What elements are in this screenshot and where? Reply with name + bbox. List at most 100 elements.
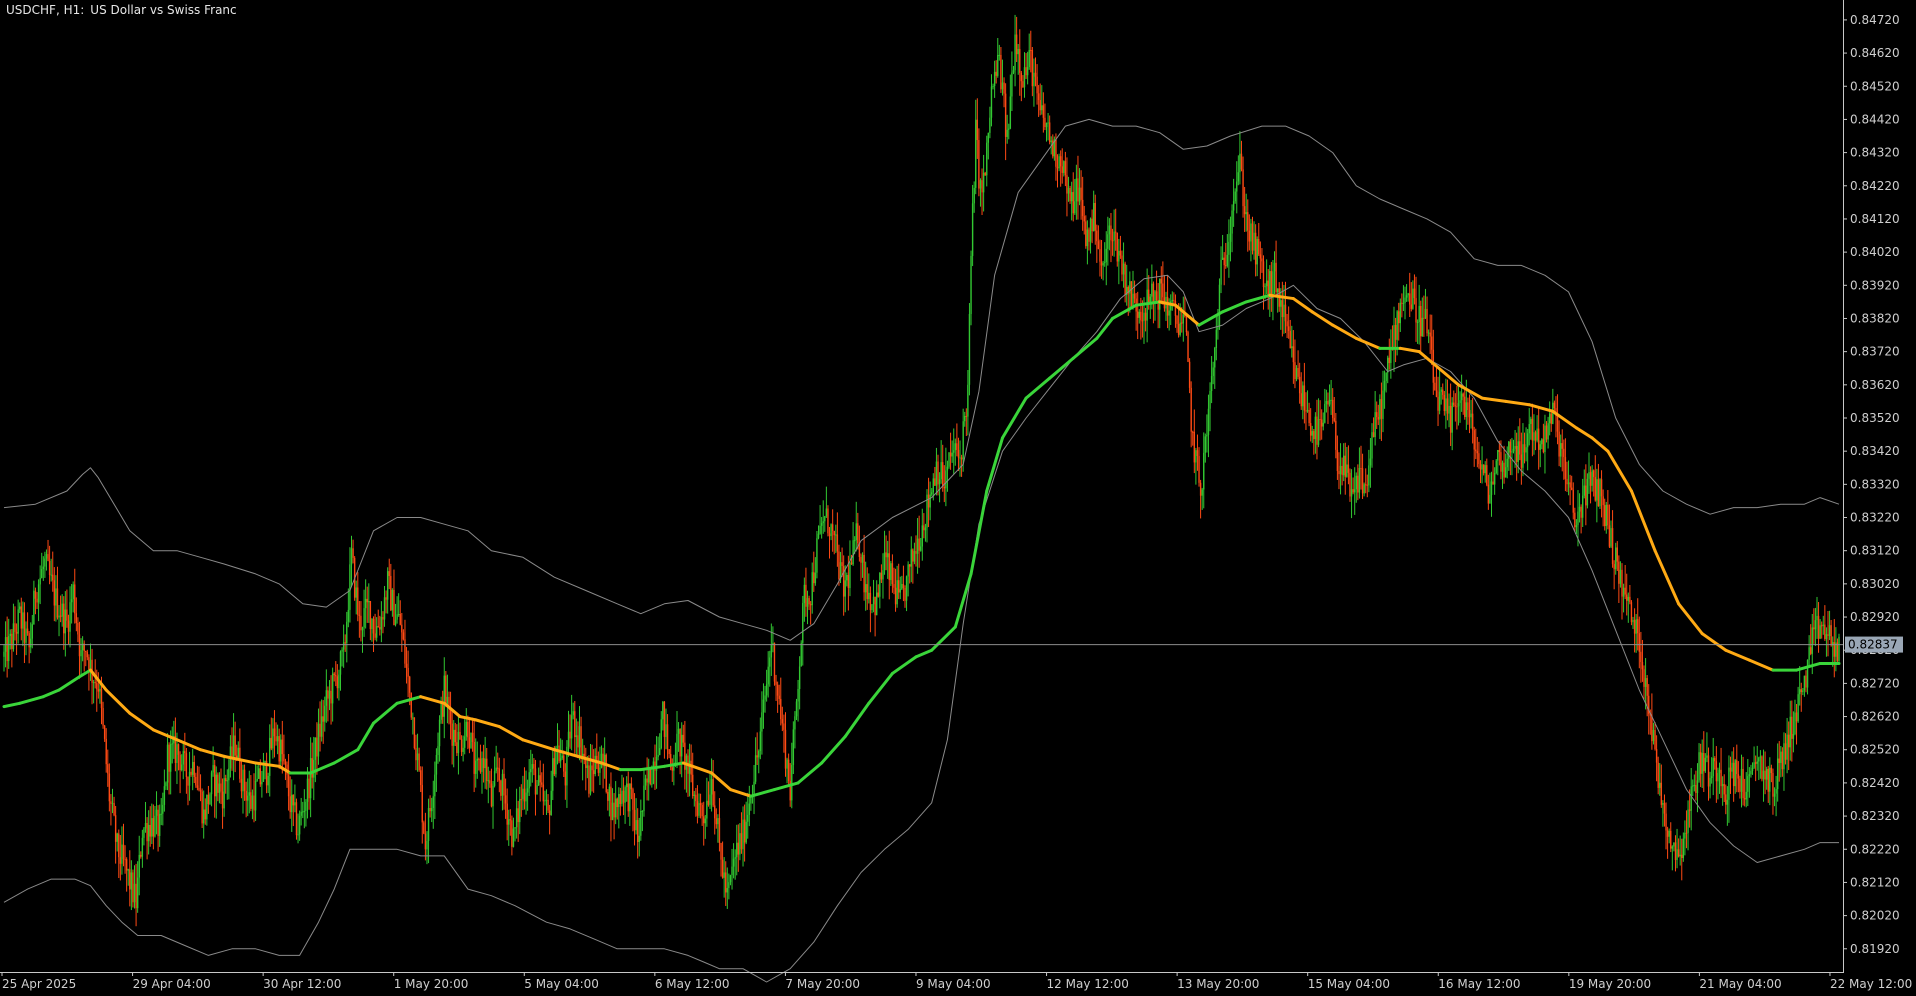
candle: [1597, 463, 1600, 507]
candle: [473, 718, 475, 793]
candle-body: [1626, 594, 1628, 601]
candle: [1756, 745, 1758, 771]
candle-body: [204, 809, 206, 820]
candle: [350, 535, 353, 587]
price-axis[interactable]: 0.847200.846200.845200.844200.843200.842…: [1843, 13, 1900, 956]
candle: [1331, 388, 1334, 424]
candle-body: [1426, 308, 1428, 334]
candle-body: [1415, 298, 1417, 323]
candle-body: [114, 815, 117, 842]
candle: [1232, 178, 1235, 227]
candle: [1817, 602, 1820, 653]
candle: [1475, 428, 1477, 460]
candle-body: [1607, 504, 1609, 526]
candle-body: [1747, 776, 1749, 792]
candle: [1506, 446, 1508, 479]
current-price-label: 0.82837: [1848, 638, 1898, 652]
candle: [1828, 610, 1831, 641]
candle: [1308, 402, 1310, 427]
candle-body: [833, 531, 835, 536]
candle: [63, 596, 65, 650]
candle: [732, 843, 735, 879]
candle-body: [1456, 406, 1458, 408]
candle-body: [1589, 472, 1592, 486]
candle-body: [569, 731, 571, 739]
candle: [1129, 271, 1131, 313]
candle-body: [704, 818, 706, 824]
candle: [1528, 408, 1530, 446]
candle: [728, 873, 730, 900]
time-axis[interactable]: 25 Apr 2025 29 Apr 04:00 30 Apr 12:00 1 May…: [1, 972, 1912, 991]
candle: [239, 728, 241, 783]
candle-body: [1808, 647, 1810, 660]
candle: [404, 619, 406, 668]
candle-body: [1822, 624, 1824, 626]
candle: [772, 626, 774, 653]
candle-body: [1464, 396, 1466, 417]
candle-body: [828, 533, 831, 537]
candle-body: [622, 790, 625, 803]
candle-body: [1314, 416, 1317, 440]
candle-body: [1644, 678, 1647, 687]
candle: [462, 735, 464, 762]
candle: [1426, 296, 1428, 337]
candle: [69, 586, 71, 648]
candle: [1044, 103, 1046, 131]
candle: [34, 587, 37, 615]
candle-body: [534, 768, 537, 795]
candle-body: [893, 584, 895, 588]
candle-body: [138, 854, 140, 878]
candle: [1626, 573, 1628, 616]
candle-body: [303, 810, 306, 812]
candle-body: [610, 786, 612, 821]
candle-body: [223, 778, 225, 809]
candle: [412, 712, 414, 735]
candle-body: [300, 811, 302, 816]
candle-body: [1520, 454, 1523, 468]
candle-body: [792, 729, 795, 765]
candle: [1325, 389, 1328, 413]
ma-segment: [914, 648, 934, 659]
candle-body: [42, 566, 45, 570]
candle-body: [1083, 216, 1085, 222]
candle-body: [942, 462, 944, 487]
candle-body: [641, 810, 644, 812]
moving-average: [2, 293, 1841, 798]
ma-segment: [1048, 356, 1075, 380]
candle-body: [1177, 323, 1180, 335]
candle-body: [426, 840, 428, 850]
candle-body: [1475, 449, 1477, 452]
candle-body: [1302, 385, 1304, 407]
candle-body: [1572, 489, 1574, 513]
candle: [563, 750, 565, 778]
candle-body: [1706, 755, 1708, 758]
candle: [1402, 285, 1405, 312]
candle: [383, 585, 386, 627]
chart-window[interactable]: 0.84720 0.84620 0.84520 0.84420 0.84320 0.842…: [0, 0, 1916, 996]
candle-body: [50, 574, 52, 576]
candle: [237, 741, 239, 760]
candle: [1482, 464, 1485, 476]
candle-body: [456, 742, 458, 754]
candle: [704, 815, 706, 839]
candle: [1113, 209, 1115, 257]
candle-body: [1772, 773, 1774, 797]
candle-body: [632, 789, 634, 810]
ma-segment: [128, 711, 155, 732]
candle-body: [1467, 402, 1469, 411]
candle: [1803, 675, 1806, 697]
candle-body: [1335, 420, 1337, 450]
candle: [1305, 392, 1307, 430]
candle-body: [1596, 479, 1598, 501]
candle-body: [177, 744, 180, 755]
candle-body: [78, 634, 81, 657]
candle: [1019, 29, 1021, 96]
candle: [1223, 252, 1225, 286]
candle-body: [718, 818, 721, 843]
ma-segment: [843, 701, 871, 738]
candle-body: [1638, 633, 1641, 652]
candle: [187, 776, 189, 806]
candle-body: [209, 794, 211, 805]
price-chart[interactable]: 0.847200.846200.845200.844200.843200.842…: [0, 0, 1916, 996]
candle-body: [1328, 399, 1331, 405]
